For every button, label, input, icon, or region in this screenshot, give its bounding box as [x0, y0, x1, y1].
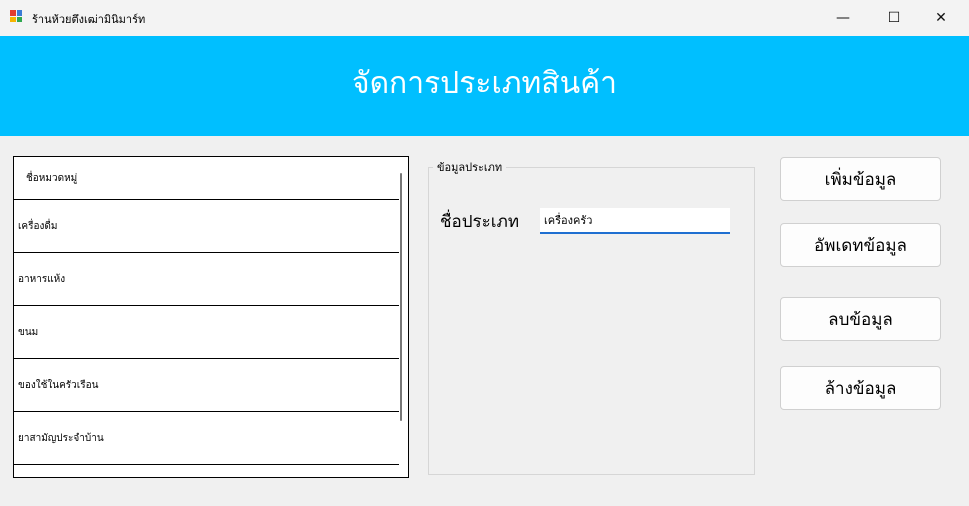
- window-title: ร้านห้วยตึงเฒ่ามินิมาร์ท: [32, 13, 146, 26]
- update-button[interactable]: อัพเดทข้อมูล: [780, 223, 941, 267]
- title-bar: ร้านห้วยตึงเฒ่ามินิมาร์ท — ☐ ✕: [0, 0, 969, 36]
- type-name-input[interactable]: [540, 208, 730, 234]
- clear-button[interactable]: ล้างข้อมูล: [780, 366, 941, 410]
- add-button[interactable]: เพิ่มข้อมูล: [780, 157, 941, 201]
- list-item-label: ขนม: [18, 326, 39, 338]
- header-banner: จัดการประเภทสินค้า: [0, 36, 969, 136]
- list-item[interactable]: เครื่องดื่ม: [14, 200, 399, 253]
- list-column-header-label: ชื่อหมวดหมู่: [26, 172, 78, 184]
- app-icon: [10, 10, 22, 22]
- group-legend: ข้อมูลประเภท: [433, 158, 507, 176]
- list-item[interactable]: ขนม: [14, 306, 399, 359]
- page-title: จัดการประเภทสินค้า: [352, 66, 617, 101]
- list-item[interactable]: ของใช้ในครัวเรือน: [14, 359, 399, 412]
- list-item[interactable]: อาหารแห้ง: [14, 253, 399, 306]
- category-list[interactable]: ชื่อหมวดหมู่ เครื่องดื่ม อาหารแห้ง ขนม ข…: [13, 156, 409, 478]
- list-item-label: ยาสามัญประจำบ้าน: [18, 432, 104, 444]
- close-icon[interactable]: ✕: [918, 0, 964, 36]
- minimize-icon[interactable]: —: [820, 0, 866, 36]
- type-name-label: ชื่อประเภท: [440, 212, 520, 232]
- list-item-label: อาหารแห้ง: [18, 273, 66, 285]
- list-item[interactable]: ยาสามัญประจำบ้าน: [14, 412, 399, 465]
- list-scrollbar[interactable]: [400, 173, 402, 421]
- list-column-header: ชื่อหมวดหมู่: [14, 157, 399, 200]
- list-item-label: ของใช้ในครัวเรือน: [18, 379, 99, 391]
- delete-button[interactable]: ลบข้อมูล: [780, 297, 941, 341]
- list-item-label: เครื่องดื่ม: [18, 220, 58, 232]
- maximize-icon[interactable]: ☐: [871, 0, 917, 36]
